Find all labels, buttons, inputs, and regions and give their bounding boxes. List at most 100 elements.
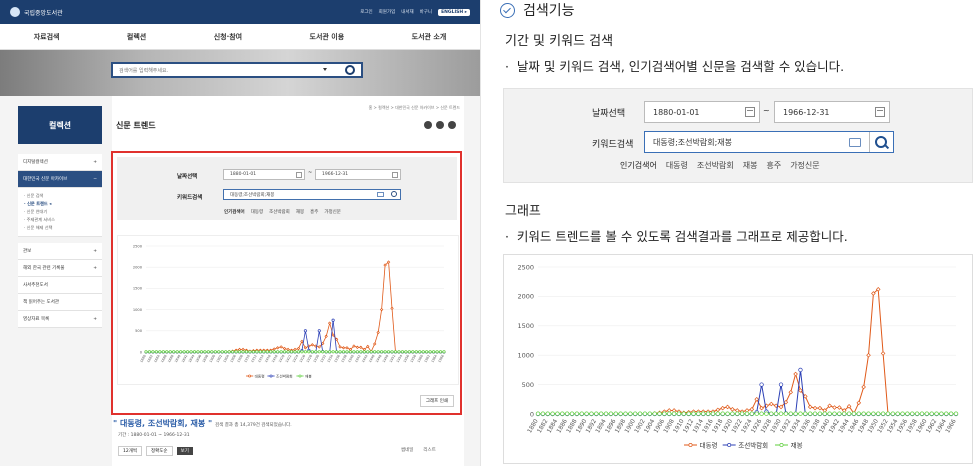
calendar-icon[interactable] (392, 172, 398, 178)
data-point (414, 350, 418, 354)
util-join[interactable]: 회원가입 (379, 9, 396, 15)
y-tick-label: 0 (530, 410, 534, 418)
data-point (331, 333, 335, 337)
keyboard-icon[interactable] (849, 138, 861, 147)
keyword-input[interactable]: 대동령;조선박람회;재봉 (644, 131, 894, 153)
sub-item[interactable]: · 신문 해제 선택 (24, 224, 96, 232)
data-point (827, 411, 832, 416)
data-point (203, 350, 207, 354)
data-point (251, 350, 255, 354)
small-kw-input[interactable]: 대동령;조선박람회;재봉 (223, 189, 401, 200)
data-point (390, 306, 394, 311)
result-controls: 12개씩 정확도순 보기 (118, 446, 193, 456)
side-item-video[interactable]: 영상자료 목록 + (18, 311, 102, 328)
y-tick-label: 1000 (517, 351, 534, 359)
legend-marker (248, 374, 252, 378)
side-item-overseas[interactable]: 해외 한국 관련 기록물 + (18, 260, 102, 277)
data-point (283, 350, 287, 354)
side-item-audiobook[interactable]: 책 읽어주는 도서관 (18, 294, 102, 311)
data-point (269, 350, 273, 354)
gnb-apply[interactable]: 신청·참여 (214, 32, 242, 42)
date-to-input[interactable]: 1966-12-31 (774, 101, 890, 123)
util-login[interactable]: 로그인 (360, 9, 372, 15)
popular-keyword[interactable]: 대동령 (666, 160, 688, 171)
side-item-label: 관보 (23, 249, 32, 254)
list-toggle[interactable]: 리스트 (423, 447, 435, 453)
site-logo[interactable]: 국립중앙도서관 (10, 7, 63, 17)
popular-keyword[interactable]: 조선박람회 (697, 160, 734, 171)
page-title: 신문 트렌드 (116, 121, 156, 130)
calendar-icon[interactable] (296, 172, 302, 178)
print-graph-button[interactable]: 그래프 인쇄 (419, 395, 454, 407)
print-icon[interactable] (424, 121, 432, 129)
calendar-icon[interactable] (745, 107, 755, 117)
side-item-newspaper[interactable]: 대한민국 신문 아카이브 − (18, 171, 102, 188)
sub-item-active[interactable]: · 신문 트렌드 ◂ (24, 200, 96, 208)
data-point (808, 411, 813, 416)
small-date-to[interactable]: 1966-12-31 (315, 169, 401, 180)
util-mylib[interactable]: 내서재 (401, 9, 413, 15)
chevron-down-icon[interactable] (323, 68, 327, 71)
util-cart[interactable]: 바구니 (420, 9, 432, 15)
gnb-about[interactable]: 도서관 소개 (412, 32, 447, 42)
section-title-period: 기간 및 키워드 검색 (505, 34, 614, 49)
data-point (715, 407, 721, 413)
data-point (866, 352, 871, 358)
legend-marker (688, 443, 693, 447)
small-date-from[interactable]: 1880-01-01 (223, 169, 305, 180)
gnb-use[interactable]: 도서관 이용 (310, 32, 345, 42)
side-item-digital[interactable]: 디지털컬렉션 + (18, 154, 102, 171)
data-point (338, 350, 342, 354)
series-line (146, 261, 444, 353)
sub-item[interactable]: · 주제관계 서비스 (24, 216, 96, 224)
data-point (890, 411, 895, 416)
data-point (418, 350, 422, 354)
popular-keyword[interactable]: 가정신문 (790, 160, 819, 171)
side-item-label: 디지털컬렉션 (23, 160, 48, 165)
data-point (289, 350, 294, 354)
gnb-collection[interactable]: 컬렉션 (127, 32, 146, 42)
sub-item[interactable]: · 신문 연대기 (24, 208, 96, 216)
view-button[interactable]: 보기 (176, 447, 193, 455)
data-point (759, 382, 764, 387)
gnb-search[interactable]: 자료검색 (34, 32, 60, 42)
website-screenshot: 국립중앙도서관 로그인 회원가입 내서재 바구니 ENGLISH ▸ 자료검색 … (0, 0, 481, 466)
data-point (324, 334, 328, 339)
thumbnail-toggle[interactable]: 썸네일 (401, 447, 413, 453)
popular-keyword[interactable]: 재봉 (743, 160, 758, 171)
data-point (939, 411, 944, 416)
data-point (321, 350, 325, 354)
sub-item[interactable]: · 신문 검색 (24, 192, 96, 200)
data-point (335, 350, 339, 354)
search-icon[interactable] (345, 65, 355, 75)
data-point (303, 350, 307, 354)
data-point (373, 350, 377, 354)
search-icon[interactable] (391, 191, 397, 197)
side-item-gazette[interactable]: 관보 + (18, 243, 102, 260)
data-point (387, 350, 391, 354)
keyboard-icon[interactable] (377, 192, 384, 197)
data-point (238, 350, 242, 354)
side-item-recommend[interactable]: 사서추천도서 (18, 277, 102, 294)
popular-keyword[interactable]: 흥주 (766, 160, 781, 171)
data-point (362, 350, 366, 354)
y-tick-label: 2000 (517, 293, 534, 301)
date-from-input[interactable]: 1880-01-01 (644, 101, 760, 123)
share-icon[interactable] (448, 121, 456, 129)
sort-select[interactable]: 정확도순 (146, 446, 173, 456)
data-point (953, 411, 959, 416)
search-button[interactable] (869, 132, 893, 152)
y-tick-label: 2500 (517, 263, 534, 271)
calendar-icon[interactable] (875, 107, 885, 117)
data-point (550, 411, 555, 416)
util-english[interactable]: ENGLISH ▸ (438, 8, 470, 16)
favorite-icon[interactable] (436, 121, 444, 129)
data-point (276, 350, 280, 354)
data-point (393, 350, 398, 354)
data-point (380, 350, 384, 354)
data-point (676, 411, 682, 416)
page-size-select[interactable]: 12개씩 (118, 446, 143, 456)
hero-search-input[interactable]: 검색어를 입력해주세요. (111, 62, 363, 78)
bullet-graph: · 키워드 트렌드를 볼 수 있도록 검색결과를 그래프로 제공합니다. (505, 229, 848, 244)
data-point (633, 411, 638, 416)
